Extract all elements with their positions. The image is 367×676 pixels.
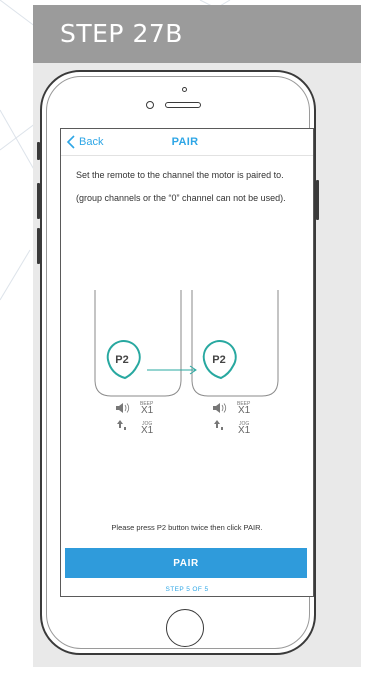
beep-count-right: X1 bbox=[238, 405, 251, 416]
power-button bbox=[316, 180, 319, 220]
instruction-line-2: (group channels or the “0” channel can n… bbox=[76, 193, 286, 203]
remote-right-outline bbox=[191, 290, 279, 397]
earpiece-speaker bbox=[165, 102, 201, 108]
instruction-line-1: Set the remote to the channel the motor … bbox=[76, 170, 284, 180]
remote-left bbox=[94, 290, 182, 397]
remote-illustration: P2 P2 bbox=[94, 290, 279, 430]
jog-count-right: X1 bbox=[238, 425, 251, 436]
speaker-icon bbox=[213, 403, 227, 413]
volume-up-button bbox=[37, 183, 40, 219]
volume-down-button bbox=[37, 228, 40, 264]
right-arrow-icon bbox=[147, 365, 197, 375]
chevron-left-icon bbox=[66, 135, 75, 149]
p2-label-left: P2 bbox=[115, 354, 128, 366]
step-title: STEP 27B bbox=[60, 19, 183, 48]
mute-switch bbox=[37, 142, 40, 160]
up-down-arrows-icon bbox=[214, 420, 223, 430]
back-label: Back bbox=[79, 136, 104, 148]
remote-left-outline bbox=[94, 290, 182, 397]
step-indicator: STEP 5 OF 5 bbox=[165, 586, 209, 593]
pair-instruction: Please press P2 button twice then click … bbox=[111, 523, 263, 532]
speaker-icon bbox=[116, 403, 130, 413]
remote-right bbox=[191, 290, 279, 397]
beep-count-left: X1 bbox=[141, 405, 154, 416]
up-down-arrows-icon bbox=[117, 420, 126, 430]
p2-label-right: P2 bbox=[212, 354, 225, 366]
pair-button[interactable]: PAIR bbox=[65, 548, 307, 578]
nav-divider bbox=[61, 155, 313, 156]
home-button[interactable] bbox=[166, 609, 204, 647]
nav-title: PAIR bbox=[171, 136, 199, 148]
proximity-sensor bbox=[182, 87, 187, 92]
front-camera bbox=[146, 101, 154, 109]
jog-count-left: X1 bbox=[141, 425, 154, 436]
back-button[interactable]: Back bbox=[66, 134, 103, 150]
